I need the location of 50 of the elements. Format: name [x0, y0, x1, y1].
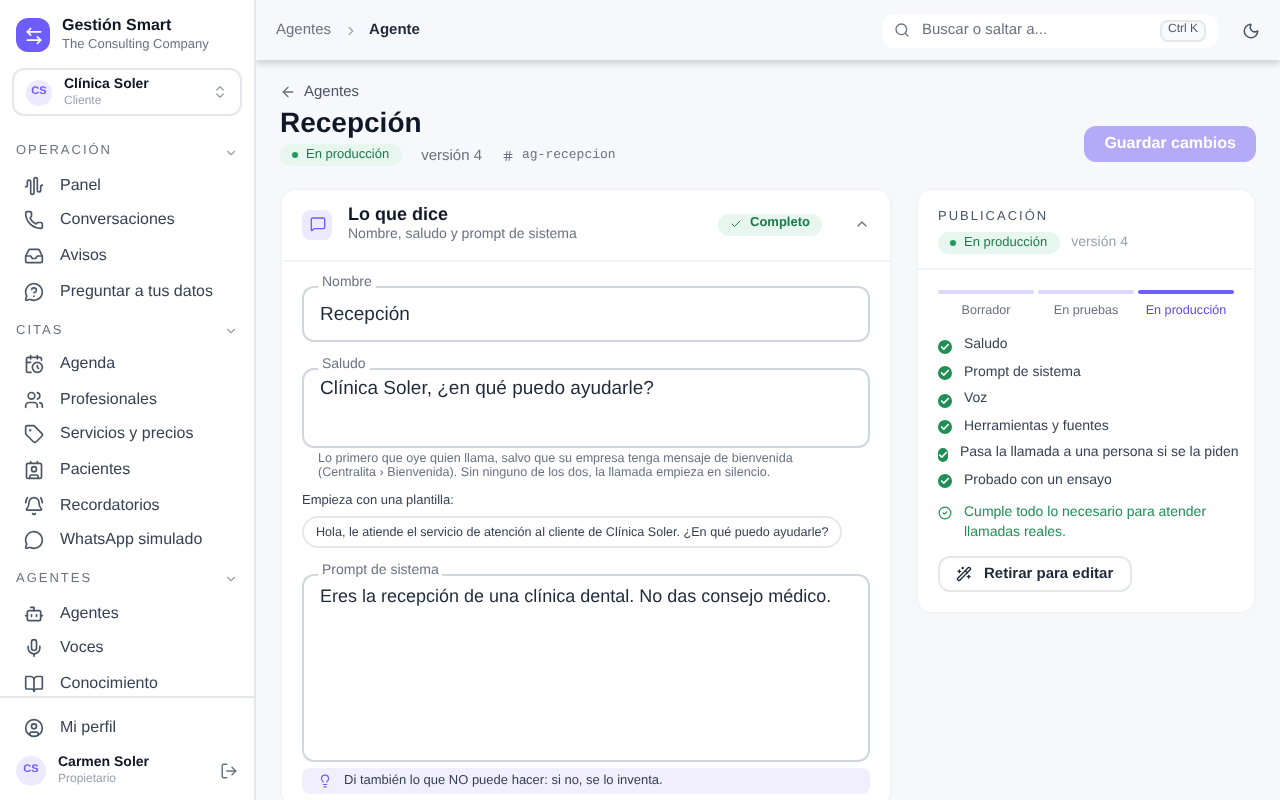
- page-title: Recepción: [280, 106, 424, 141]
- chevron-down-icon: [224, 323, 238, 338]
- user-icon: [24, 717, 44, 737]
- input-field[interactable]: Clínica Soler, ¿en qué puedo ayudarle?: [302, 367, 870, 447]
- search-icon: [894, 22, 910, 38]
- nav-icon: [24, 175, 44, 196]
- app-name: Gestión Smart: [62, 16, 174, 36]
- input-field[interactable]: Recepción: [302, 285, 870, 341]
- nav-icon: [24, 495, 44, 516]
- theme-toggle-icon[interactable]: [1242, 21, 1260, 39]
- sidebar-item[interactable]: Conversaciones: [0, 203, 254, 239]
- nav-icon: [24, 424, 44, 445]
- sidebar-item[interactable]: Avisos: [0, 238, 254, 274]
- message-icon: [302, 209, 332, 239]
- wand-icon: [956, 565, 972, 582]
- nav-icon: [24, 603, 44, 624]
- chevron-down-icon: [224, 572, 238, 587]
- nav-icon: [24, 638, 44, 659]
- chevron-down-icon: [224, 145, 238, 159]
- sidebar-item[interactable]: Servicios y precios: [0, 417, 254, 453]
- sidebar-item[interactable]: Pacientes: [0, 452, 254, 488]
- hash-icon: [502, 149, 514, 162]
- sidebar-item[interactable]: Agentes: [0, 595, 254, 632]
- nav-icon: [24, 530, 44, 551]
- nav-icon: [24, 210, 44, 231]
- sidebar-item[interactable]: Conocimiento: [0, 666, 254, 696]
- input-field[interactable]: Eres la recepción de una clínica dental. No das consejo médico.: [302, 574, 870, 763]
- arrow-left-icon: [280, 83, 296, 100]
- lightbulb-icon: [318, 774, 332, 789]
- nav-icon: [24, 389, 44, 410]
- profile-link[interactable]: Mi perfil: [0, 710, 254, 744]
- check-circle-icon: [938, 505, 952, 520]
- sidebar-item[interactable]: Voces: [0, 631, 254, 667]
- sidebar-item[interactable]: Profesionales: [0, 381, 254, 418]
- nav-icon: [24, 459, 44, 480]
- app-logo: [16, 18, 50, 52]
- nav-icon: [24, 245, 44, 266]
- sidebar-item[interactable]: Agenda: [0, 346, 254, 382]
- sidebar-item[interactable]: WhatsApp simulado: [0, 522, 254, 558]
- collapse-toggle[interactable]: [854, 216, 870, 232]
- chevron-icon: [343, 23, 358, 37]
- nav-icon: [24, 281, 44, 302]
- nav-icon: [24, 354, 44, 375]
- sidebar-item[interactable]: Preguntar a tus datos: [0, 273, 254, 309]
- sidebar-item[interactable]: Recordatorios: [0, 487, 254, 523]
- logout-icon[interactable]: [220, 762, 238, 780]
- card-title: Lo que dice: [348, 202, 451, 226]
- chevrons-icon: [212, 84, 228, 100]
- nav-icon: [24, 673, 44, 694]
- sidebar-item[interactable]: Panel: [0, 168, 254, 204]
